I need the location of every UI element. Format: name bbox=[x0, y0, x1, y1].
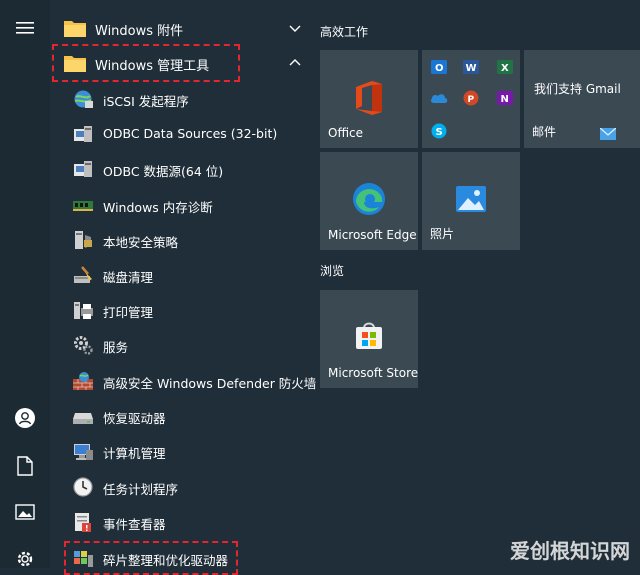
app-label: 事件查看器 bbox=[103, 517, 166, 532]
print-management-icon bbox=[74, 302, 93, 319]
odbc-icon bbox=[74, 161, 92, 177]
app-label: iSCSI 发起程序 bbox=[103, 94, 189, 109]
recovery-drive-icon bbox=[73, 413, 93, 424]
store-bag-icon bbox=[356, 322, 382, 349]
folder-icon bbox=[64, 21, 86, 37]
app-services[interactable]: 服务 bbox=[68, 328, 312, 362]
app-odbc-64[interactable]: ODBC 数据源(64 位) bbox=[68, 152, 312, 186]
iscsi-globe-icon bbox=[74, 90, 93, 108]
user-account-icon[interactable] bbox=[11, 404, 39, 432]
left-rail bbox=[0, 0, 50, 568]
app-print-management[interactable]: 打印管理 bbox=[68, 293, 312, 327]
tile-gmail-title: 我们支持 Gmail bbox=[534, 82, 621, 96]
tile-label: 邮件 bbox=[532, 125, 557, 139]
folder-label: Windows 管理工具 bbox=[95, 59, 210, 74]
photos-icon bbox=[456, 186, 486, 212]
app-disk-cleanup[interactable]: 磁盘清理 bbox=[68, 258, 312, 292]
tile-microsoft-store[interactable]: Microsoft Store bbox=[320, 290, 418, 388]
svg-text:X: X bbox=[501, 63, 509, 74]
app-event-viewer[interactable]: 事件查看器 bbox=[68, 505, 312, 539]
group-title-browse: 浏览 bbox=[320, 264, 345, 278]
app-defender-firewall[interactable]: 高级安全 Windows Defender 防火墙 bbox=[68, 364, 316, 398]
app-label: 服务 bbox=[103, 340, 129, 355]
security-policy-icon bbox=[75, 231, 92, 249]
svg-text:W: W bbox=[466, 63, 477, 74]
tile-label: Office bbox=[328, 126, 364, 140]
tile-label: 照片 bbox=[430, 227, 455, 241]
mail-envelope-icon bbox=[600, 128, 616, 140]
firewall-icon bbox=[73, 372, 93, 390]
onenote-icon: N bbox=[494, 87, 516, 109]
folder-windows-admin-tools[interactable]: Windows 管理工具 bbox=[50, 46, 312, 80]
svg-text:S: S bbox=[436, 127, 443, 138]
app-label: 恢复驱动器 bbox=[103, 411, 166, 426]
app-task-scheduler[interactable]: 任务计划程序 bbox=[68, 470, 312, 504]
app-label: 打印管理 bbox=[103, 305, 154, 320]
skype-icon: S bbox=[428, 120, 450, 142]
folder-icon bbox=[64, 56, 86, 72]
app-label: 碎片整理和优化驱动器 bbox=[103, 553, 229, 568]
folder-windows-accessories[interactable]: Windows 附件 bbox=[50, 11, 312, 45]
app-label: 计算机管理 bbox=[103, 446, 166, 461]
memory-diagnostic-icon bbox=[73, 201, 93, 211]
documents-icon[interactable] bbox=[11, 452, 39, 480]
computer-management-icon bbox=[74, 444, 93, 460]
powerpoint-icon: P bbox=[460, 87, 482, 109]
word-icon: W bbox=[460, 56, 482, 78]
disk-cleanup-icon bbox=[74, 266, 92, 283]
app-local-security-policy[interactable]: 本地安全策略 bbox=[68, 223, 312, 257]
odbc-icon bbox=[74, 126, 92, 142]
app-recovery-drive[interactable]: 恢复驱动器 bbox=[68, 399, 312, 433]
app-memory-diagnostic[interactable]: Windows 内存诊断 bbox=[68, 188, 312, 222]
watermark: 爱创根知识网 bbox=[510, 539, 630, 563]
settings-gear-icon[interactable] bbox=[11, 545, 39, 573]
defragment-icon bbox=[74, 551, 93, 567]
app-label: 高级安全 Windows Defender 防火墙 bbox=[103, 376, 317, 391]
services-gear-icon bbox=[74, 336, 93, 355]
tile-photos[interactable]: 照片 bbox=[422, 152, 520, 250]
app-iscsi-initiator[interactable]: iSCSI 发起程序 bbox=[68, 82, 312, 116]
tile-label: Microsoft Edge bbox=[328, 228, 417, 242]
pictures-icon[interactable] bbox=[11, 498, 39, 526]
edge-logo-icon bbox=[353, 183, 385, 215]
tile-office-apps-folder[interactable]: O W X P N S bbox=[422, 50, 520, 148]
app-label: Windows 内存诊断 bbox=[103, 200, 213, 215]
tile-microsoft-edge[interactable]: Microsoft Edge bbox=[320, 152, 418, 250]
event-viewer-icon bbox=[75, 513, 91, 532]
app-list: Windows 附件 Windows 管理工具 iSCSI 发起程序 ODBC … bbox=[50, 0, 316, 575]
tile-office[interactable]: Office bbox=[320, 50, 418, 148]
app-label: 任务计划程序 bbox=[103, 482, 179, 497]
app-odbc-32[interactable]: ODBC Data Sources (32-bit) bbox=[68, 117, 312, 151]
svg-text:O: O bbox=[435, 63, 444, 74]
app-label: ODBC 数据源(64 位) bbox=[103, 164, 224, 179]
svg-text:P: P bbox=[468, 95, 475, 105]
task-scheduler-icon bbox=[73, 477, 93, 497]
app-computer-management[interactable]: 计算机管理 bbox=[68, 434, 312, 468]
group-title-productivity: 高效工作 bbox=[320, 25, 369, 39]
chevron-up-icon[interactable] bbox=[288, 57, 302, 69]
excel-icon: X bbox=[494, 56, 516, 78]
office-logo-icon bbox=[356, 81, 382, 115]
outlook-icon: O bbox=[428, 56, 450, 78]
onedrive-icon bbox=[428, 87, 450, 109]
folder-label: Windows 附件 bbox=[95, 24, 184, 39]
tile-label: Microsoft Store bbox=[328, 366, 419, 380]
app-defragment-optimize[interactable]: 碎片整理和优化驱动器 bbox=[68, 541, 312, 575]
app-label: ODBC Data Sources (32-bit) bbox=[103, 126, 278, 141]
tile-mail[interactable]: 我们支持 Gmail 邮件 bbox=[524, 50, 640, 148]
svg-text:N: N bbox=[501, 94, 509, 105]
hamburger-menu-icon[interactable] bbox=[11, 14, 39, 42]
app-label: 本地安全策略 bbox=[103, 235, 179, 250]
app-label: 磁盘清理 bbox=[103, 270, 154, 285]
chevron-down-icon[interactable] bbox=[288, 22, 302, 34]
